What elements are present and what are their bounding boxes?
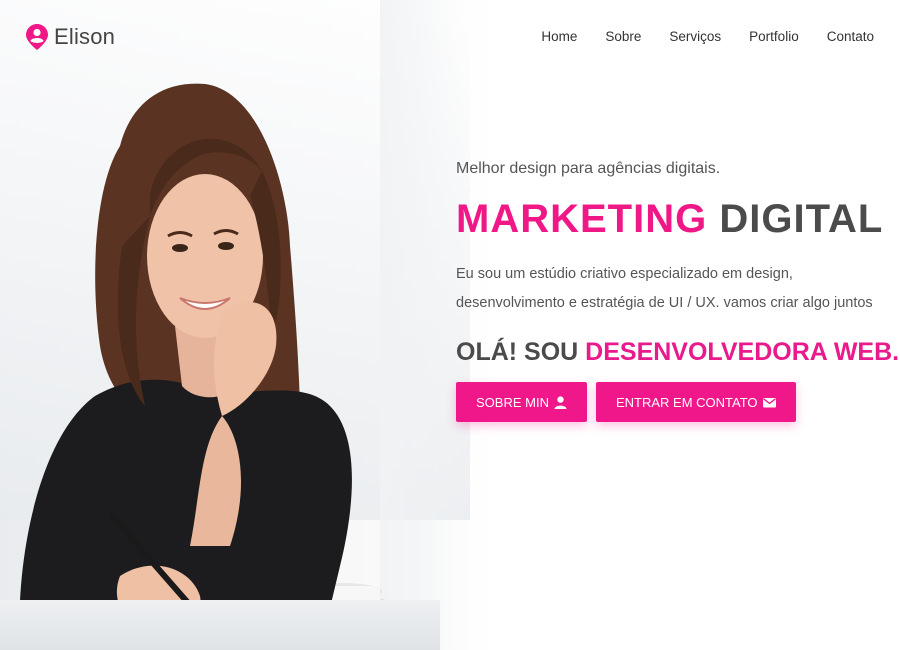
brand-name: Elison xyxy=(54,24,116,49)
nav-link-servicos[interactable]: Serviços xyxy=(669,29,721,44)
user-icon xyxy=(554,395,567,409)
brand-logo[interactable]: Elison xyxy=(26,24,115,50)
desk-surface xyxy=(0,600,440,650)
navbar: Elison Home Sobre Serviços Portfolio Con… xyxy=(0,0,900,76)
nav-link-home[interactable]: Home xyxy=(541,29,577,44)
hero-tagline: Melhor design para agências digitais. xyxy=(456,160,721,177)
hero-description: Eu sou um estúdio criativo especializado… xyxy=(456,266,873,311)
contact-button-label: ENTRAR EM CONTATO xyxy=(615,394,758,410)
contact-button[interactable]: ENTRAR EM CONTATO xyxy=(595,382,796,422)
about-button[interactable]: SOBRE MIN xyxy=(456,382,587,422)
envelope-icon xyxy=(762,397,776,407)
headline-digital: DIGITAL xyxy=(719,197,884,241)
subheadline-greeting: OLÁ! SOU xyxy=(456,338,579,366)
hero-content: Melhor design para agências digitais. MA… xyxy=(456,156,899,422)
hero-headline: MARKETING DIGITAL xyxy=(456,196,882,242)
about-button-label: SOBRE MIN xyxy=(476,394,549,410)
hero-section: Elison Home Sobre Serviços Portfolio Con… xyxy=(0,0,900,650)
nav-menu: Home Sobre Serviços Portfolio Contato xyxy=(541,29,874,44)
nav-link-sobre[interactable]: Sobre xyxy=(605,29,641,44)
headline-marketing: MARKETING xyxy=(456,197,708,241)
user-pin-icon xyxy=(26,24,48,50)
nav-link-portfolio[interactable]: Portfolio xyxy=(749,29,799,44)
subheadline-role: DESENVOLVEDORA WEB. xyxy=(585,338,900,366)
hero-subheadline: OLÁ! SOU DESENVOLVEDORA WEB. xyxy=(456,336,899,368)
hero-photo xyxy=(0,83,394,650)
hero-buttons: SOBRE MIN ENTRAR EM CONTATO xyxy=(456,382,876,422)
nav-link-contato[interactable]: Contato xyxy=(827,29,874,44)
